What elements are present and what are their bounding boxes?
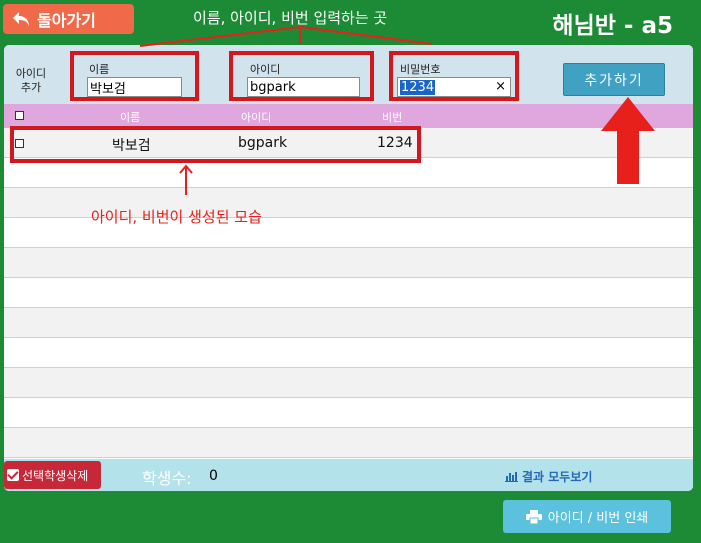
table-row [4, 428, 693, 458]
view-all-results-link[interactable]: 결과 모두보기 [505, 468, 592, 485]
delete-selected-button[interactable]: 선택학생삭제 [4, 461, 101, 489]
name-label: 이름 [89, 63, 110, 76]
print-button-label: 아이디 / 비번 인쇄 [547, 511, 649, 526]
student-table-body: 박보검 bgpark 1234 [4, 128, 693, 458]
select-all-checkbox[interactable] [15, 111, 24, 120]
view-all-results-label: 결과 모두보기 [522, 470, 593, 484]
password-value: 1234 [400, 79, 436, 95]
student-count-label: 학생수: [142, 469, 192, 488]
name-input[interactable]: 박보검 [87, 77, 182, 97]
id-label: 아이디 [250, 63, 281, 76]
id-input[interactable]: bgpark [247, 77, 360, 97]
table-row [4, 398, 693, 428]
add-student-form: 아이디 추가 이름 박보검 아이디 bgpark 비밀번호 1234 × 추가하… [4, 45, 693, 104]
print-id-password-button[interactable]: 아이디 / 비번 인쇄 [503, 500, 671, 533]
table-row [4, 278, 693, 308]
table-footer: 선택학생삭제 학생수: 0 결과 모두보기 [4, 459, 693, 491]
row-highlight-box [10, 126, 421, 163]
back-arrow-icon [13, 12, 29, 26]
table-row [4, 248, 693, 278]
add-id-section-label: 아이디 추가 [15, 67, 47, 94]
table-row [4, 368, 693, 398]
column-header-id: 아이디 [241, 111, 272, 124]
back-button-label: 돌아가기 [37, 11, 96, 30]
student-count-value: 0 [209, 468, 218, 484]
table-row [4, 338, 693, 368]
table-header: 이름 아이디 비번 [4, 104, 693, 128]
delete-selected-label: 선택학생삭제 [22, 468, 89, 483]
table-row [4, 308, 693, 338]
column-header-name: 이름 [120, 111, 141, 124]
checkbox-icon [7, 469, 19, 481]
class-title: 해님반 - a5 [552, 13, 673, 39]
main-panel: 아이디 추가 이름 박보검 아이디 bgpark 비밀번호 1234 × 추가하… [4, 45, 693, 491]
input-area-annotation: 이름, 아이디, 비번 입력하는 곳 [193, 9, 388, 27]
clear-icon[interactable]: × [495, 79, 506, 94]
row-annotation: 아이디, 비번이 생성된 모습 [91, 208, 262, 226]
add-button[interactable]: 추가하기 [563, 63, 665, 96]
password-label: 비밀번호 [400, 63, 441, 76]
back-button[interactable]: 돌아가기 [3, 4, 134, 34]
password-input[interactable]: 1234 × [397, 77, 511, 97]
column-header-password: 비번 [382, 111, 403, 124]
bar-chart-icon [505, 472, 518, 482]
printer-icon [525, 509, 542, 524]
